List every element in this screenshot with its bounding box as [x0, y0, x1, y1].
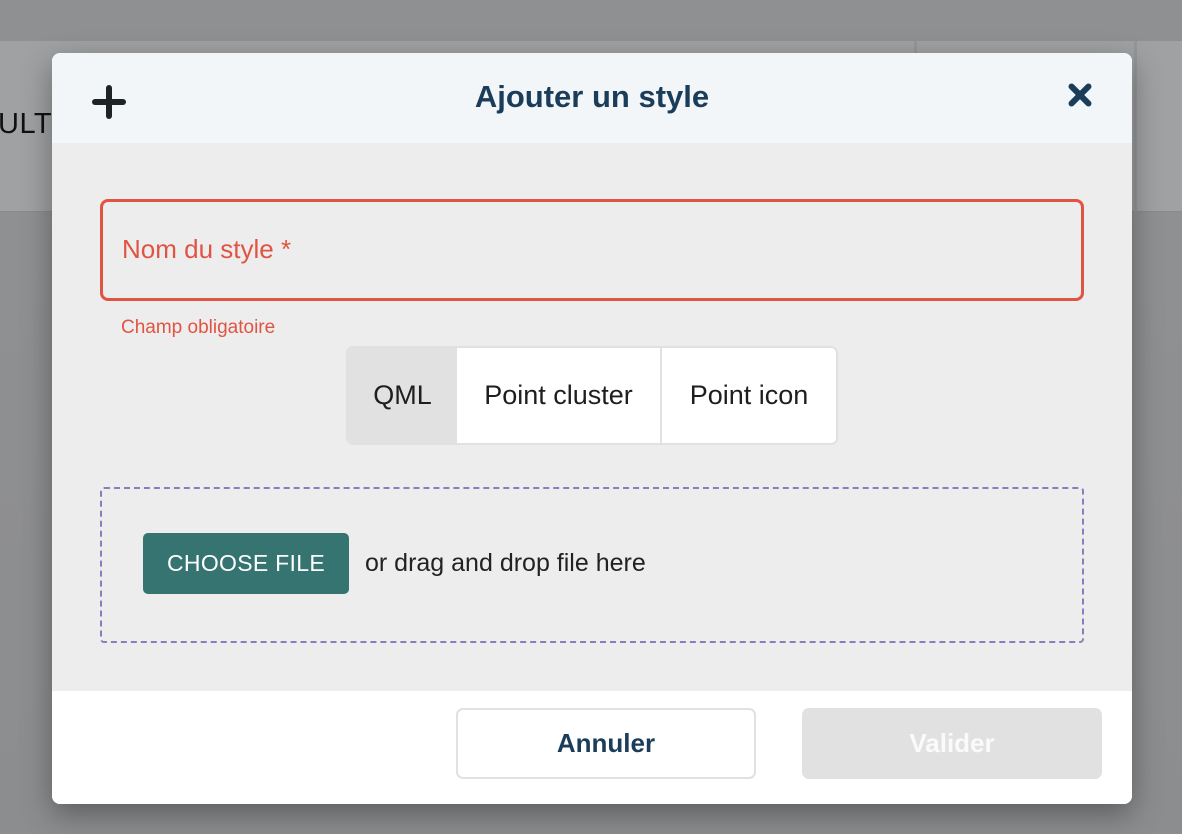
dialog-footer: Annuler Valider: [52, 691, 1132, 804]
background-top-bar: [0, 0, 1182, 41]
style-name-input[interactable]: [103, 202, 1081, 298]
background-text: ULT: [0, 108, 53, 140]
file-dropzone[interactable]: CHOOSE FILE or drag and drop file here: [100, 487, 1084, 643]
style-type-selector: QML Point cluster Point icon: [346, 346, 838, 445]
validate-button[interactable]: Valider: [802, 708, 1102, 779]
style-type-point-icon[interactable]: Point icon: [662, 348, 836, 443]
cancel-button[interactable]: Annuler: [456, 708, 756, 779]
add-style-dialog: Ajouter un style Nom du style * Champ ob…: [52, 53, 1132, 804]
close-icon[interactable]: [1065, 80, 1095, 110]
dialog-title: Ajouter un style: [474, 79, 710, 114]
background-divider: [1134, 41, 1137, 212]
dropzone-hint: or drag and drop file here: [365, 549, 646, 577]
style-name-field[interactable]: Nom du style *: [100, 199, 1084, 301]
choose-file-button[interactable]: CHOOSE FILE: [143, 533, 349, 594]
style-name-error: Champ obligatoire: [121, 317, 276, 338]
style-type-qml[interactable]: QML: [348, 348, 457, 443]
style-type-point-cluster[interactable]: Point cluster: [457, 348, 662, 443]
dialog-header: Ajouter un style: [52, 53, 1132, 143]
